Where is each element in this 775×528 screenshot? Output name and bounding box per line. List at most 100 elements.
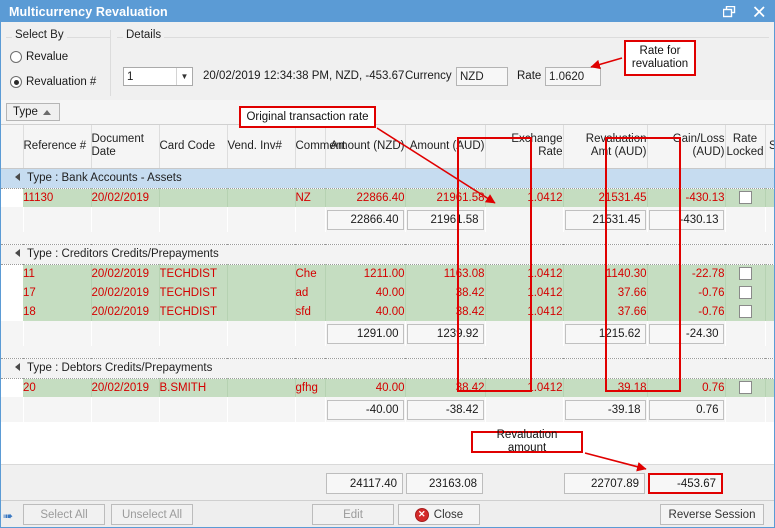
group-header-cell[interactable]: Type : Creditors Credits/Prepayments — [1, 243, 774, 265]
cell-rate_locked[interactable] — [725, 264, 766, 283]
table-row[interactable]: 11 20/02/2019 TECHDIST Che 1211.00 1163.08 1.0… — [1, 264, 774, 283]
rate-locked-checkbox[interactable] — [738, 286, 752, 299]
close-icon[interactable] — [744, 1, 774, 22]
cell-amt_aud: 1163.08 — [405, 264, 486, 283]
group-header-cell[interactable]: Type : Debtors Credits/Prepayments — [1, 357, 774, 379]
row-indent-cell — [1, 302, 23, 321]
table-row[interactable]: 11130 20/02/2019 NZ 22866.40 21961.58 1.0412 2… — [1, 188, 774, 207]
window-title: Multicurrency Revaluation — [9, 4, 168, 19]
group-collapse-icon[interactable] — [15, 173, 20, 182]
group-subtotal-row: 22866.40 21961.58 21531.45 -430.13 — [1, 207, 774, 232]
currency-field[interactable]: NZD — [456, 67, 508, 86]
column-header-rate_locked[interactable]: Rate Locked — [725, 125, 766, 169]
group-header-label: Type : Creditors Credits/Prepayments — [27, 247, 219, 260]
group-header-row[interactable]: Type : Debtors Credits/Prepayments — [1, 357, 774, 379]
rate-locked-checkbox[interactable] — [738, 381, 752, 395]
rate-field[interactable]: 1.0620 — [545, 67, 601, 86]
subtotal-value-amt_nzd: -40.00 — [326, 399, 404, 420]
pin-arrow-icon[interactable]: ➠ — [3, 510, 15, 522]
subtotal-empty-cell — [159, 397, 227, 422]
table-header: Reference # Document Date Card Code Vend. I… — [1, 125, 774, 169]
group-collapse-icon[interactable] — [15, 249, 20, 258]
cell-select[interactable] — [765, 378, 774, 397]
row-indent-cell — [1, 264, 23, 283]
close-button[interactable]: ✕ Close — [398, 504, 480, 525]
radio-revaluation-number[interactable]: Revaluation # — [10, 76, 96, 88]
subtotal-empty-cell — [227, 397, 295, 422]
cell-gainloss: -0.76 — [647, 283, 726, 302]
column-header-reference[interactable]: Reference # — [23, 125, 92, 169]
cell-reference: 17 — [23, 283, 92, 302]
cell-amt_nzd: 1211.00 — [325, 264, 406, 283]
cell-select[interactable] — [765, 264, 774, 283]
cell-amt_aud: 21961.58 — [405, 188, 486, 207]
reverse-session-button[interactable]: Reverse Session — [660, 504, 764, 525]
group-collapse-icon[interactable] — [15, 363, 20, 372]
cell-rate_locked[interactable] — [725, 283, 766, 302]
cell-amt_aud: 38.42 — [405, 302, 486, 321]
row-indent-cell — [1, 188, 23, 207]
table-row[interactable]: 20 20/02/2019 B.SMITH gfhg 40.00 38.42 1.0412 3… — [1, 378, 774, 397]
cell-select[interactable] — [765, 302, 774, 321]
radio-revalue[interactable]: Revalue — [10, 51, 68, 63]
cell-gainloss: 0.76 — [647, 378, 726, 397]
cell-exch_rate: 1.0412 — [485, 378, 564, 397]
group-header-row[interactable]: Type : Bank Accounts - Assets — [1, 167, 774, 189]
cell-reval_amt: 39.18 — [563, 378, 648, 397]
column-header-select[interactable]: Select — [765, 125, 774, 169]
column-header-exch_rate[interactable]: Exchange Rate — [485, 125, 564, 169]
sort-chip-type[interactable]: Type — [6, 103, 60, 121]
chevron-down-icon: ▼ — [176, 68, 192, 85]
column-header-vendinv[interactable]: Vend. Inv# — [227, 125, 296, 169]
subtotal-gainloss: -24.30 — [647, 321, 725, 346]
group-header-label: Type : Debtors Credits/Prepayments — [27, 361, 213, 374]
column-header-amt_aud[interactable]: Amount (AUD) — [405, 125, 486, 169]
table-row[interactable]: 17 20/02/2019 TECHDIST ad 40.00 38.42 1.0412 37… — [1, 283, 774, 302]
column-header-comment[interactable]: Comment — [295, 125, 345, 169]
restore-icon[interactable] — [714, 1, 744, 22]
column-header-reval_amt[interactable]: Revaluation Amt (AUD) — [563, 125, 648, 169]
edit-button[interactable]: Edit — [312, 504, 394, 525]
column-header-gainloss[interactable]: Gain/Loss (AUD) — [647, 125, 726, 169]
cell-rate_locked[interactable] — [725, 378, 766, 397]
revaluation-grid[interactable]: Reference # Document Date Card Code Vend. I… — [1, 125, 774, 464]
table-row[interactable]: 18 20/02/2019 TECHDIST sfd 40.00 38.42 1.0412 3… — [1, 302, 774, 321]
subtotal-empty-cell — [725, 321, 765, 346]
rate-locked-checkbox[interactable] — [738, 191, 752, 205]
cell-docdate: 20/02/2019 — [91, 264, 160, 283]
subtotal-empty-cell — [295, 207, 325, 232]
cell-rate_locked[interactable] — [725, 188, 766, 207]
subtotal-amt_aud: -38.42 — [405, 397, 485, 422]
rate-locked-checkbox[interactable] — [738, 267, 752, 281]
group-header-cell[interactable]: Type : Bank Accounts - Assets — [1, 167, 774, 189]
cell-amt_nzd: 22866.40 — [325, 188, 406, 207]
cell-vendinv — [227, 188, 296, 207]
button-bar: ➠ Select All Unselect All Edit ✕ Close R… — [1, 500, 774, 527]
cell-cardcode: TECHDIST — [159, 264, 228, 283]
column-header-docdate[interactable]: Document Date — [91, 125, 160, 169]
cell-select[interactable] — [765, 188, 774, 207]
select-all-button[interactable]: Select All — [23, 504, 105, 525]
row-indent-cell — [1, 378, 23, 397]
subtotal-value-gainloss: -24.30 — [648, 323, 724, 344]
column-header-cardcode[interactable]: Card Code — [159, 125, 228, 169]
cell-rate_locked[interactable] — [725, 302, 766, 321]
total-gain-loss: -453.67 — [648, 473, 723, 494]
row-indent-cell — [1, 283, 23, 302]
revaluation-table: Reference # Document Date Card Code Vend. I… — [1, 125, 774, 464]
group-header-row[interactable]: Type : Creditors Credits/Prepayments — [1, 243, 774, 265]
cell-select[interactable] — [765, 283, 774, 302]
cell-reference: 11 — [23, 264, 92, 283]
subtotal-empty-cell — [23, 321, 91, 346]
cell-amt_aud: 38.42 — [405, 283, 486, 302]
subtotal-empty-cell — [159, 321, 227, 346]
group-spacer-row — [1, 232, 774, 244]
rate-locked-checkbox[interactable] — [738, 305, 752, 318]
annotation-original-transaction-rate-text: Original transaction rate — [246, 110, 369, 123]
session-select[interactable]: 1 ▼ — [123, 67, 193, 86]
multicurrency-revaluation-window: Multicurrency Revaluation Select By Reva… — [0, 0, 775, 528]
unselect-all-button[interactable]: Unselect All — [111, 504, 193, 525]
column-header-amt_nzd[interactable]: Amount (NZD) — [325, 125, 406, 169]
rate-label: Rate — [517, 70, 542, 82]
subtotal-empty-cell — [23, 207, 91, 232]
